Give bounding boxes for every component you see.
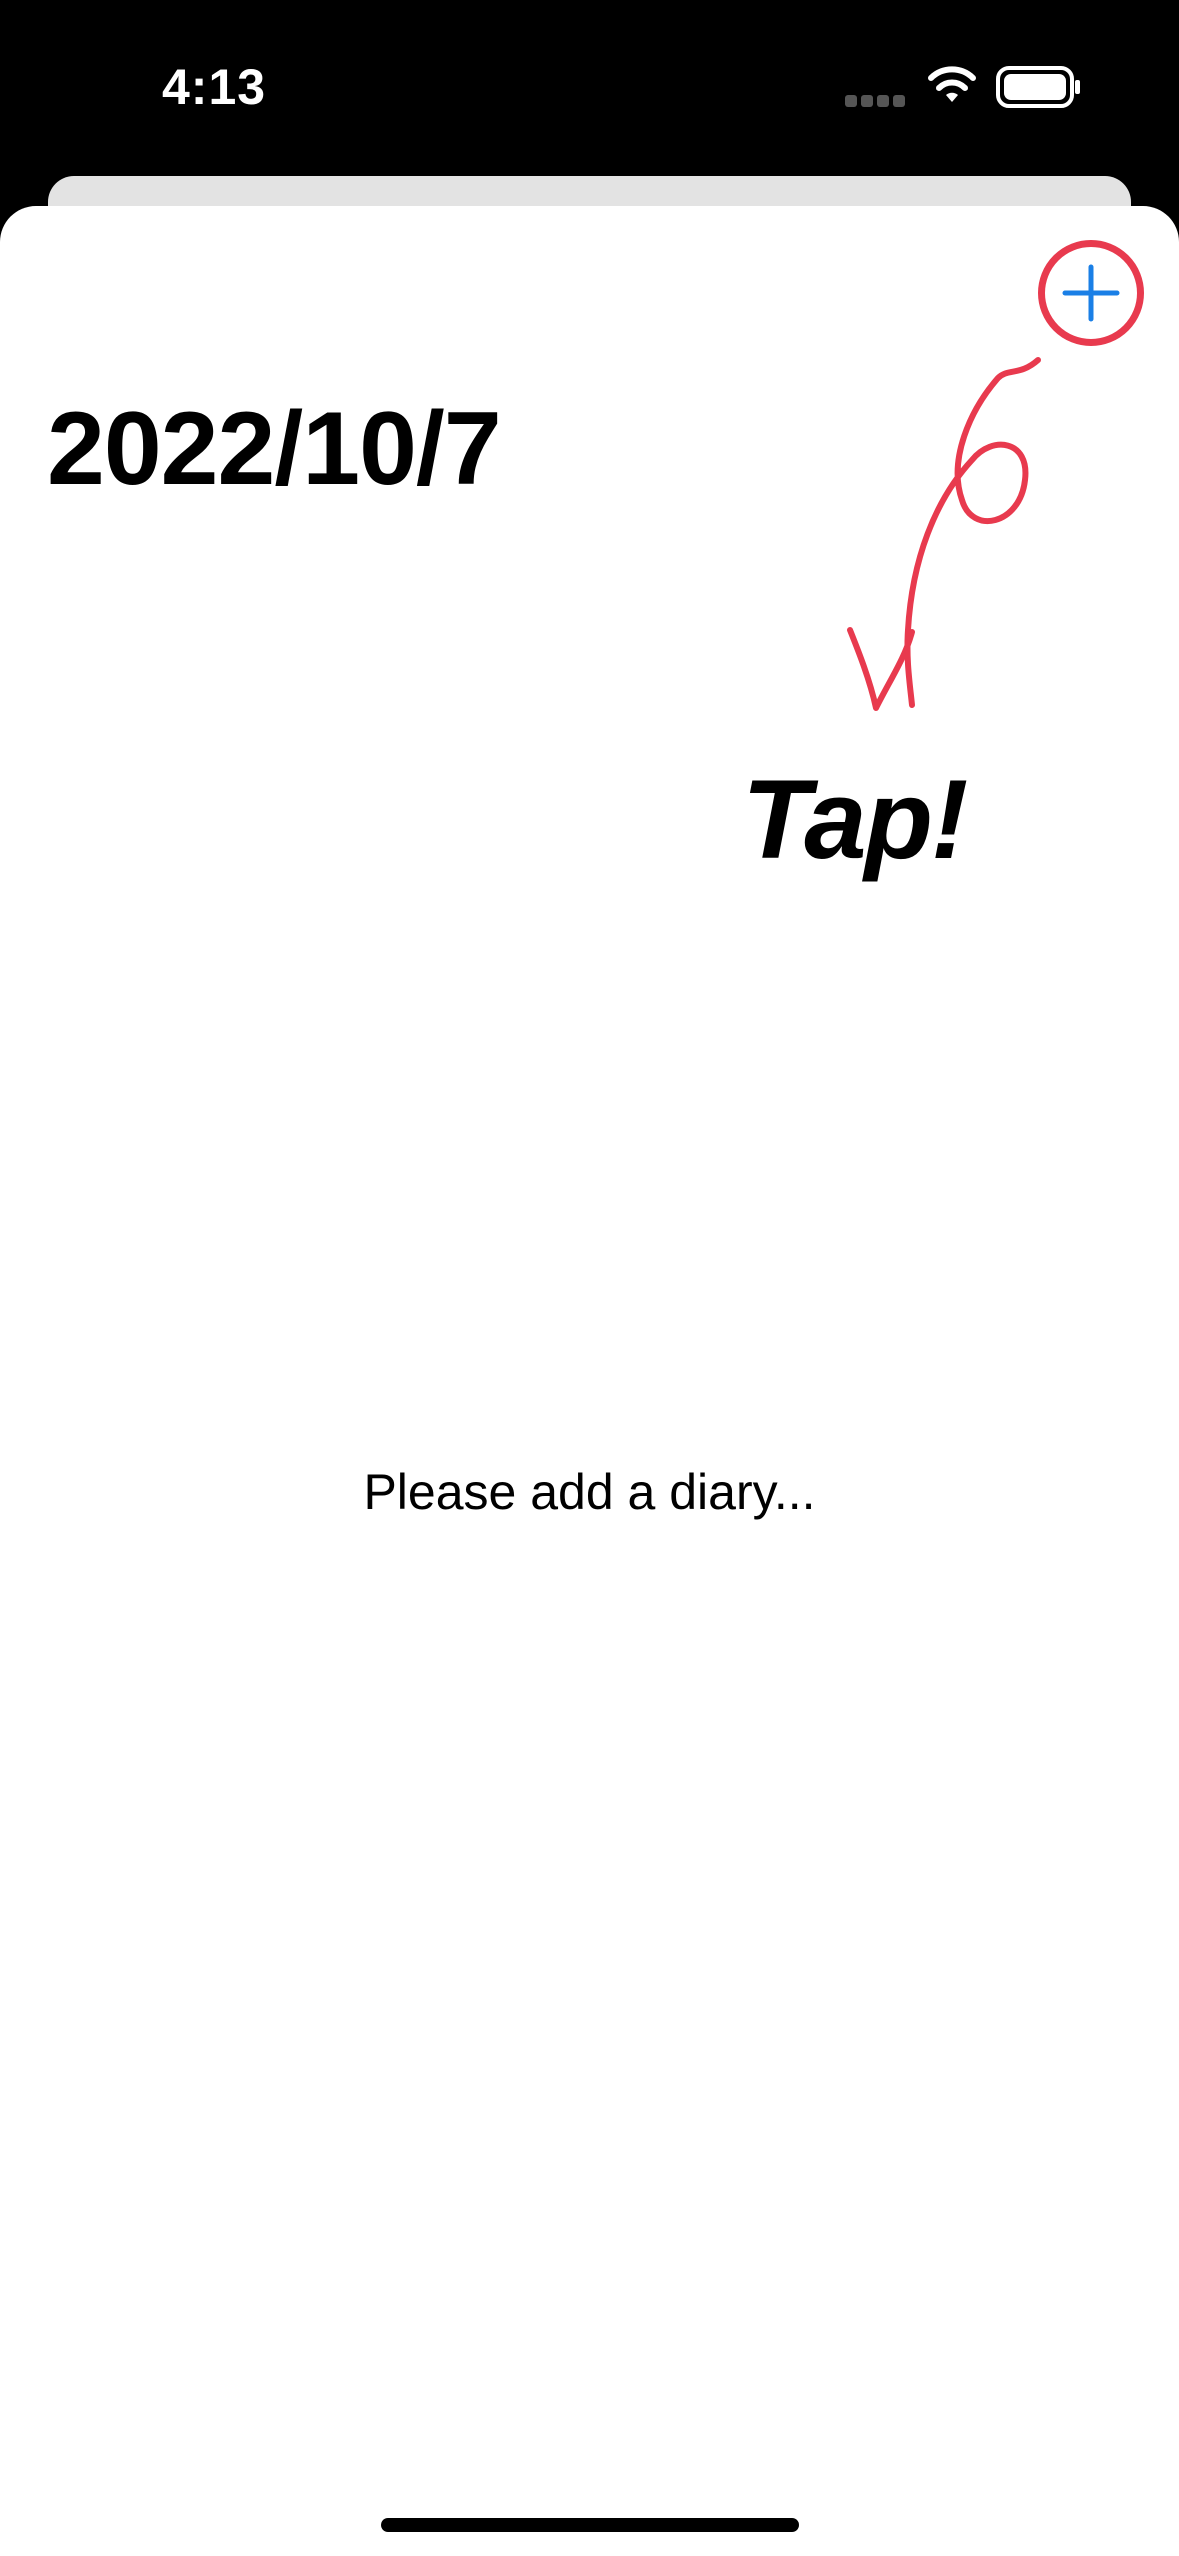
status-bar: 4:13 [0, 0, 1179, 170]
status-time: 4:13 [162, 59, 267, 115]
wifi-icon [928, 66, 976, 102]
hand-drawn-arrow-icon [847, 357, 1041, 711]
add-diary-button[interactable] [1038, 240, 1144, 346]
page-title: 2022/10/7 [47, 391, 502, 507]
home-indicator[interactable] [381, 2518, 799, 2532]
tap-annotation-label: Tap! [742, 757, 968, 882]
battery-icon [996, 66, 1080, 108]
signal-dots-icon [845, 95, 905, 107]
empty-state-message: Please add a diary... [363, 1464, 816, 1520]
plus-icon [1062, 264, 1120, 322]
